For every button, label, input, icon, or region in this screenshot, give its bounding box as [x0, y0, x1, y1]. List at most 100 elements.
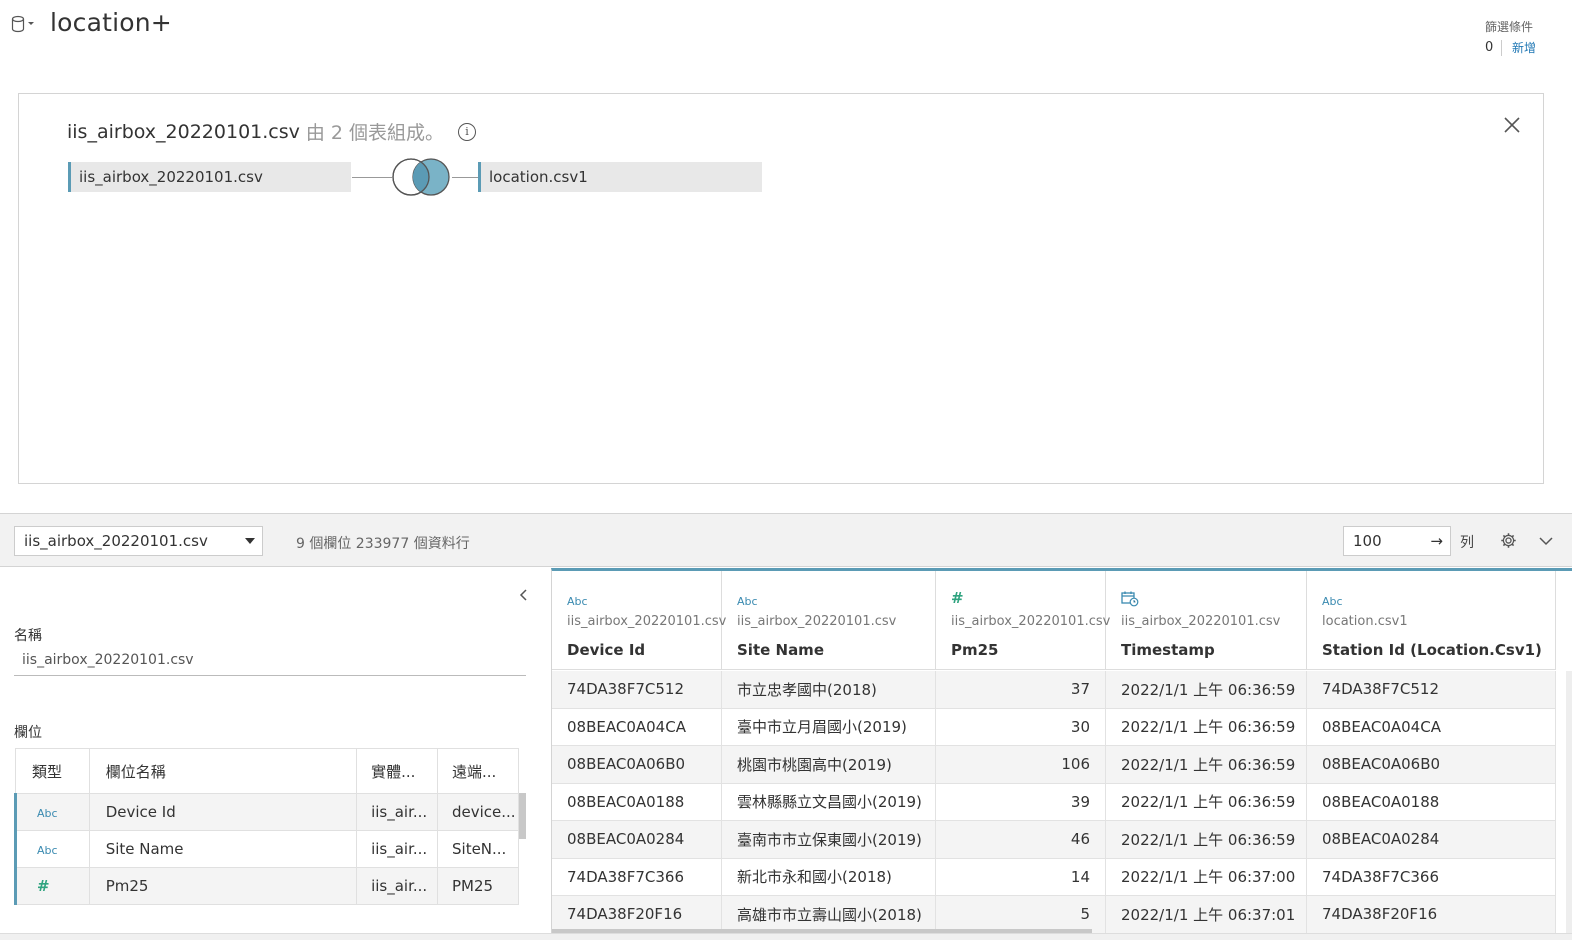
field-physical: iis_air...	[356, 830, 438, 868]
grid-cell[interactable]: 39	[936, 783, 1106, 820]
gear-icon[interactable]	[1500, 532, 1517, 549]
grid-cell[interactable]: 08BEAC0A0284	[552, 821, 722, 858]
grid-cell[interactable]: 08BEAC0A06B0	[552, 746, 722, 783]
grid-cell[interactable]: 市立忠孝國中(2018)	[722, 671, 936, 708]
col-header-type[interactable]: 類型	[15, 748, 90, 794]
field-type[interactable]: #	[14, 867, 90, 905]
column-name: Site Name	[737, 641, 824, 659]
add-filter-link[interactable]: 新增	[1512, 39, 1536, 56]
datetime-type-icon[interactable]	[1121, 591, 1139, 607]
col-header-remote[interactable]: 遠端...	[437, 748, 519, 794]
chevron-left-icon[interactable]	[517, 588, 531, 602]
string-type-icon[interactable]: Abc	[1322, 595, 1343, 608]
grid-cell[interactable]: 08BEAC0A06B0	[1307, 746, 1556, 783]
info-icon[interactable]: i	[458, 122, 477, 141]
grid-cell[interactable]: 74DA38F7C512	[1307, 671, 1556, 708]
right-table-box[interactable]: location.csv1	[478, 162, 762, 192]
field-row[interactable]: Abc Device Id iis_air... device...	[14, 793, 519, 831]
grid-cell[interactable]: 14	[936, 858, 1106, 895]
column-source: iis_airbox_20220101.csv	[951, 614, 1111, 629]
grid-cell[interactable]: 高雄市市立壽山國小(2018)	[722, 896, 936, 933]
grid-column-header[interactable]: # iis_airbox_20220101.csv Pm25	[936, 571, 1110, 669]
field-name: Site Name	[88, 830, 358, 868]
grid-cell[interactable]: 08BEAC0A0188	[552, 783, 722, 820]
row-count-value: 100	[1353, 532, 1382, 550]
grid-cell[interactable]: 74DA38F20F16	[1307, 896, 1556, 933]
grid-cell[interactable]: 46	[936, 821, 1106, 858]
grid-cell[interactable]: 37	[936, 671, 1106, 708]
table-select[interactable]: iis_airbox_20220101.csv	[14, 526, 263, 556]
join-line-left	[352, 177, 392, 178]
data-toolbar: iis_airbox_20220101.csv 9 個欄位 233977 個資料…	[0, 513, 1572, 567]
table-name-field[interactable]: iis_airbox_20220101.csv	[14, 648, 526, 676]
grid-cell[interactable]: 74DA38F20F16	[552, 896, 722, 933]
filters-panel: 篩選條件 0 新增	[1485, 18, 1545, 56]
string-type-icon[interactable]: Abc	[737, 595, 758, 608]
string-type-icon[interactable]: Abc	[567, 595, 588, 608]
grid-row[interactable]: 74DA38F20F16 高雄市市立壽山國小(2018) 5 2022/1/1 上午 …	[552, 896, 1556, 934]
grid-body: 74DA38F7C512 市立忠孝國中(2018) 37 2022/1/1 上午 06…	[552, 671, 1556, 934]
grid-row[interactable]: 74DA38F7C366 新北市永和國小(2018) 14 2022/1/1 上午 0…	[552, 858, 1556, 896]
grid-cell[interactable]: 08BEAC0A0284	[1307, 821, 1556, 858]
grid-cell[interactable]: 08BEAC0A04CA	[1307, 708, 1556, 745]
row-count-input[interactable]: 100 →	[1343, 526, 1451, 556]
grid-column-header[interactable]: Abc location.csv1 Station Id (Location.C…	[1307, 571, 1556, 669]
grid-cell[interactable]: 106	[936, 746, 1106, 783]
grid-cell[interactable]: 新北市永和國小(2018)	[722, 858, 936, 895]
top-bar: location+ 篩選條件 0 新增	[0, 0, 1572, 70]
fields-table: 類型 欄位名稱 實體... 遠端... Abc Device Id iis_ai…	[14, 748, 519, 905]
fields-scrollbar[interactable]	[519, 793, 526, 839]
grid-cell[interactable]: 74DA38F7C366	[552, 858, 722, 895]
grid-cell[interactable]: 2022/1/1 上午 06:36:59	[1106, 821, 1307, 858]
filters-divider	[1501, 39, 1502, 56]
field-type[interactable]: Abc	[14, 793, 90, 831]
arrow-right-icon[interactable]: →	[1430, 532, 1443, 550]
datasource-title[interactable]: location+	[50, 8, 172, 37]
grid-column-header[interactable]: iis_airbox_20220101.csv Timestamp	[1106, 571, 1307, 669]
close-icon[interactable]	[1503, 116, 1521, 134]
metadata-panel: 名稱 iis_airbox_20220101.csv 欄位 類型 欄位名稱 實體…	[0, 568, 551, 940]
grid-row[interactable]: 08BEAC0A06B0 桃園市桃園高中(2019) 106 2022/1/1 上午 …	[552, 746, 1556, 784]
datasource-menu[interactable]	[11, 14, 37, 34]
field-type[interactable]: Abc	[14, 830, 90, 868]
grid-cell[interactable]: 74DA38F7C366	[1307, 858, 1556, 895]
grid-cell[interactable]: 臺南市市立保東國小(2019)	[722, 821, 936, 858]
field-row[interactable]: # Pm25 iis_air... PM25	[14, 867, 519, 905]
grid-cell[interactable]: 臺中市立月眉國小(2019)	[722, 708, 936, 745]
inner-join-icon[interactable]	[389, 157, 453, 197]
column-source: iis_airbox_20220101.csv	[737, 614, 897, 629]
col-header-physical[interactable]: 實體...	[356, 748, 438, 794]
grid-cell[interactable]: 2022/1/1 上午 06:37:00	[1106, 858, 1307, 895]
grid-column-header[interactable]: Abc iis_airbox_20220101.csv Site Name	[722, 571, 936, 669]
grid-cell[interactable]: 2022/1/1 上午 06:37:01	[1106, 896, 1307, 933]
canvas-title-main: iis_airbox_20220101.csv	[67, 120, 300, 143]
grid-row[interactable]: 74DA38F7C512 市立忠孝國中(2018) 37 2022/1/1 上午 06…	[552, 671, 1556, 709]
table-select-value: iis_airbox_20220101.csv	[24, 532, 208, 550]
col-header-field-name[interactable]: 欄位名稱	[88, 748, 358, 794]
column-name: Device Id	[567, 641, 646, 659]
grid-cell[interactable]: 2022/1/1 上午 06:36:59	[1106, 708, 1307, 745]
fields-header-row: 類型 欄位名稱 實體... 遠端...	[15, 748, 519, 794]
grid-cell[interactable]: 30	[936, 708, 1106, 745]
field-row[interactable]: Abc Site Name iis_air... SiteN...	[14, 830, 519, 868]
grid-row[interactable]: 08BEAC0A0188 雲林縣縣立文昌國小(2019) 39 2022/1/1 上午…	[552, 783, 1556, 821]
grid-cell[interactable]: 雲林縣縣立文昌國小(2019)	[722, 783, 936, 820]
left-table-box[interactable]: iis_airbox_20220101.csv	[68, 162, 351, 192]
grid-cell[interactable]: 2022/1/1 上午 06:36:59	[1106, 671, 1307, 708]
grid-cell[interactable]: 08BEAC0A04CA	[552, 708, 722, 745]
grid-column-header[interactable]: Abc iis_airbox_20220101.csv Device Id	[552, 571, 726, 669]
chevron-down-icon[interactable]	[1538, 534, 1554, 548]
grid-cell[interactable]: 5	[936, 896, 1106, 933]
grid-row[interactable]: 08BEAC0A0284 臺南市市立保東國小(2019) 46 2022/1/1 上午…	[552, 821, 1556, 859]
grid-cell[interactable]: 2022/1/1 上午 06:36:59	[1106, 746, 1307, 783]
canvas-title: iis_airbox_20220101.csv 由 2 個表組成。 i	[67, 118, 477, 145]
grid-cell[interactable]: 74DA38F7C512	[552, 671, 722, 708]
grid-row[interactable]: 08BEAC0A04CA 臺中市立月眉國小(2019) 30 2022/1/1 上午 …	[552, 708, 1556, 746]
grid-cell[interactable]: 桃園市桃園高中(2019)	[722, 746, 936, 783]
grid-vertical-scrollbar[interactable]	[1566, 671, 1572, 935]
number-type-icon[interactable]: #	[951, 589, 964, 607]
grid-cell[interactable]: 2022/1/1 上午 06:36:59	[1106, 783, 1307, 820]
grid-cell[interactable]: 08BEAC0A0188	[1307, 783, 1556, 820]
filters-count: 0	[1485, 40, 1494, 55]
bottom-status-strip	[0, 933, 1572, 940]
